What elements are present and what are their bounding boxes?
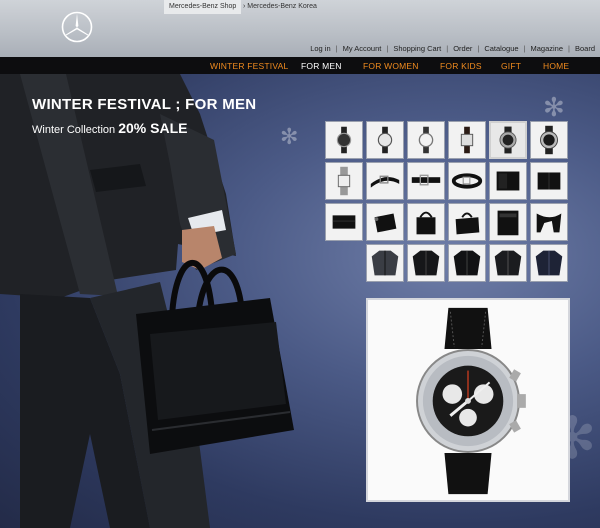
product-thumb-bag[interactable] [448, 203, 486, 241]
product-thumb-watch[interactable] [366, 121, 404, 159]
order-link[interactable]: Order [448, 44, 477, 53]
watch-icon [460, 126, 474, 154]
header: Mercedes-Benz Shop › Mercedes-Benz Korea… [0, 0, 600, 57]
product-thumb-wallet[interactable] [530, 162, 568, 200]
jacket-icon [453, 250, 481, 276]
chronograph-watch-icon [540, 125, 558, 155]
scarf-icon [536, 213, 562, 233]
product-thumb-document-case[interactable] [489, 203, 527, 241]
jacket-icon [371, 250, 399, 276]
product-thumb-bag[interactable] [407, 203, 445, 241]
subtitle-prefix: Winter Collection [32, 124, 119, 136]
wallet-icon [537, 172, 561, 190]
card-holder-icon [332, 215, 356, 229]
product-thumb-chronograph-watch[interactable] [530, 121, 568, 159]
man-with-bag-image [0, 74, 294, 528]
product-thumb-scarf[interactable] [530, 203, 568, 241]
my-account-link[interactable]: My Account [338, 44, 387, 53]
hero-subtitle: Winter Collection 20% SALE [32, 120, 187, 136]
sale-percent: 20% [118, 120, 147, 136]
product-thumb-jacket[interactable] [407, 244, 445, 282]
jacket-icon [494, 250, 522, 276]
product-thumb-watch[interactable] [325, 121, 363, 159]
nav-for-men[interactable]: FOR MEN [301, 61, 342, 71]
product-thumb-jacket[interactable] [448, 244, 486, 282]
mercedes-star-logo-icon[interactable] [61, 11, 93, 43]
watch-icon [377, 126, 393, 154]
shopping-cart-link[interactable]: Shopping Cart [388, 44, 446, 53]
product-thumb-chronograph-watch-selected[interactable] [489, 121, 527, 159]
product-thumb-bracelet-watch[interactable] [325, 162, 363, 200]
product-thumb-wallet[interactable] [489, 162, 527, 200]
product-thumb-watch[interactable] [448, 121, 486, 159]
product-thumb-jacket[interactable] [366, 244, 404, 282]
nav-for-kids[interactable]: FOR KIDS [440, 61, 482, 71]
product-thumb-pouch[interactable] [366, 203, 404, 241]
belt-icon [411, 174, 441, 186]
product-detail-image[interactable] [366, 298, 570, 502]
chronograph-watch-detail-icon [416, 307, 526, 495]
nav-winter-festival[interactable]: WINTER FESTIVAL [210, 61, 288, 71]
nav-for-women[interactable]: FOR WOMEN [363, 61, 419, 71]
watch-icon [418, 126, 434, 154]
document-case-icon [497, 210, 519, 236]
catalogue-link[interactable]: Catalogue [479, 44, 523, 53]
tab-mercedes-benz-shop[interactable]: Mercedes-Benz Shop [164, 0, 242, 14]
nav-gift[interactable]: GIFT [501, 61, 521, 71]
login-link[interactable]: Log in [305, 44, 335, 53]
jacket-icon [535, 250, 563, 276]
pouch-icon [374, 213, 397, 233]
magazine-link[interactable]: Magazine [526, 44, 569, 53]
hero-banner: ✻ ✻ ✻ ✻ ✻ WINTER FESTIVAL ; FOR MEN Wint… [0, 74, 600, 528]
watch-icon [336, 126, 352, 154]
chronograph-watch-icon [499, 126, 517, 154]
product-thumb-card-holder[interactable] [325, 203, 363, 241]
utility-links: Log in | My Account | Shopping Cart | Order… [305, 44, 600, 53]
product-thumb-belt[interactable] [366, 162, 404, 200]
snowflake-icon: ✻ [543, 92, 565, 122]
jacket-icon [412, 250, 440, 276]
bag-icon [416, 211, 436, 235]
bracelet-watch-icon [337, 166, 351, 196]
product-thumb-belt[interactable] [448, 162, 486, 200]
main-nav: WINTER FESTIVAL FOR MEN FOR WOMEN FOR KI… [0, 57, 600, 74]
subtitle-suffix: SALE [146, 120, 188, 136]
product-thumb-belt[interactable] [407, 162, 445, 200]
product-thumb-jacket[interactable] [530, 244, 568, 282]
belt-icon [370, 175, 400, 188]
belt-icon [451, 173, 483, 189]
bag-icon [455, 212, 480, 235]
board-link[interactable]: Board [570, 44, 600, 53]
tab-mercedes-benz-korea[interactable]: › Mercedes-Benz Korea [238, 0, 322, 14]
product-thumb-watch[interactable] [407, 121, 445, 159]
wallet-icon [496, 171, 520, 191]
product-thumb-jacket[interactable] [489, 244, 527, 282]
hero-title: WINTER FESTIVAL ; FOR MEN [32, 96, 257, 113]
nav-home[interactable]: HOME [543, 61, 569, 71]
